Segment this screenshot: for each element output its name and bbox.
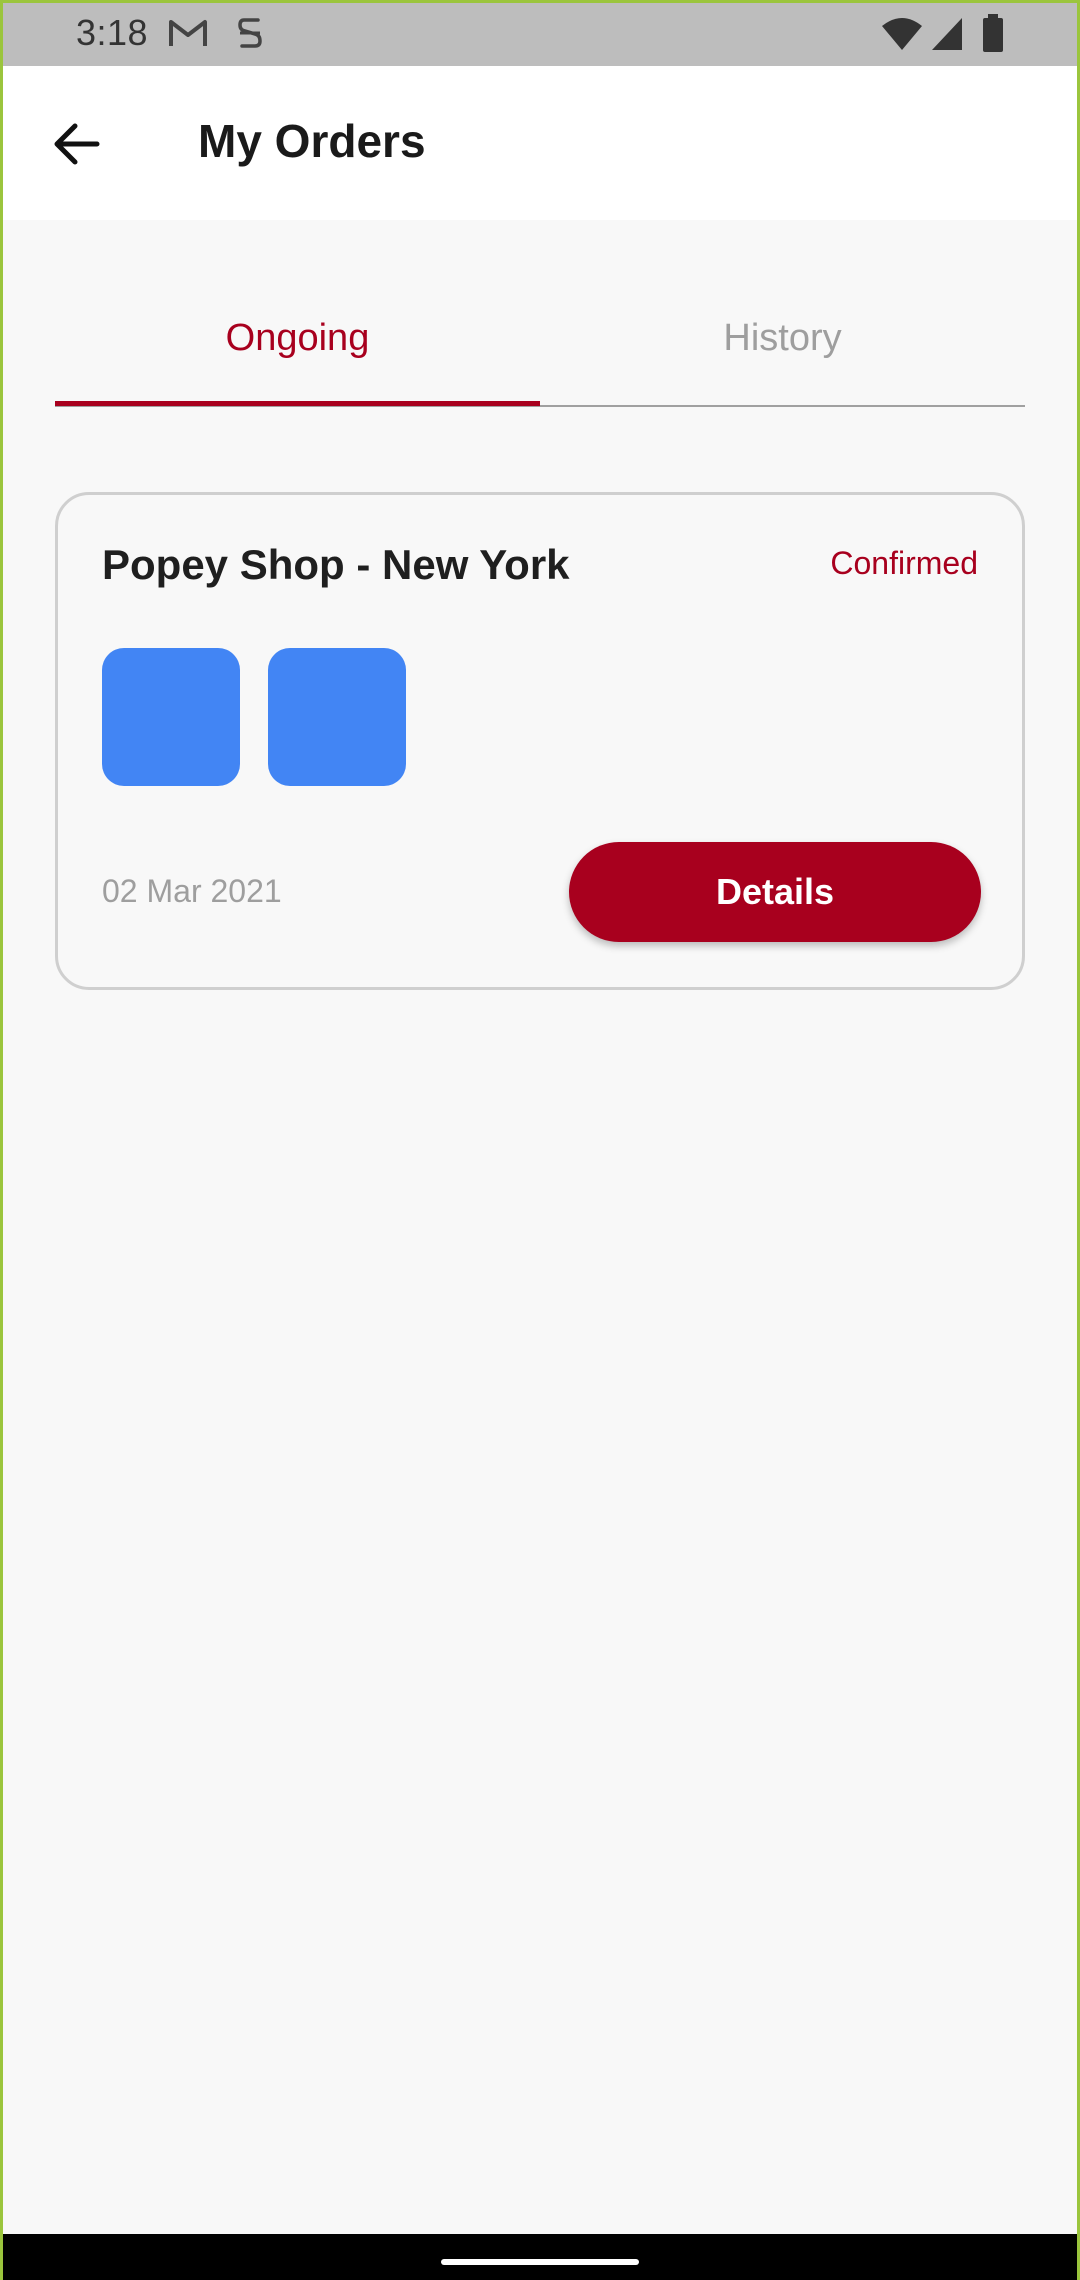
app-header: My Orders <box>0 66 1080 220</box>
s-icon <box>238 18 262 48</box>
order-date: 02 Mar 2021 <box>102 873 282 909</box>
arrow-left-icon <box>54 123 100 165</box>
tab-history[interactable]: History <box>540 300 1025 406</box>
tab-selected-indicator <box>55 401 540 406</box>
wifi-icon <box>882 18 922 50</box>
page-title: My Orders <box>198 115 426 167</box>
order-tabs: Ongoing History <box>55 300 1025 408</box>
signal-icon <box>932 18 962 50</box>
battery-icon <box>983 14 1003 52</box>
status-time: 3:18 <box>76 12 149 53</box>
order-status-badge: Confirmed <box>830 545 978 581</box>
tab-ongoing[interactable]: Ongoing <box>55 300 540 406</box>
details-button[interactable]: Details <box>569 842 981 942</box>
status-bar: 3:18 <box>0 0 1080 66</box>
product-thumbnail <box>102 648 240 786</box>
gmail-icon <box>169 20 207 46</box>
product-thumbnail <box>268 648 406 786</box>
back-button[interactable] <box>36 104 116 184</box>
shop-name: Popey Shop - New York <box>102 541 570 588</box>
system-nav-bar <box>0 2234 1080 2280</box>
order-card[interactable]: Popey Shop - New York Confirmed 02 Mar 2… <box>55 492 1025 990</box>
home-indicator[interactable] <box>441 2259 639 2265</box>
